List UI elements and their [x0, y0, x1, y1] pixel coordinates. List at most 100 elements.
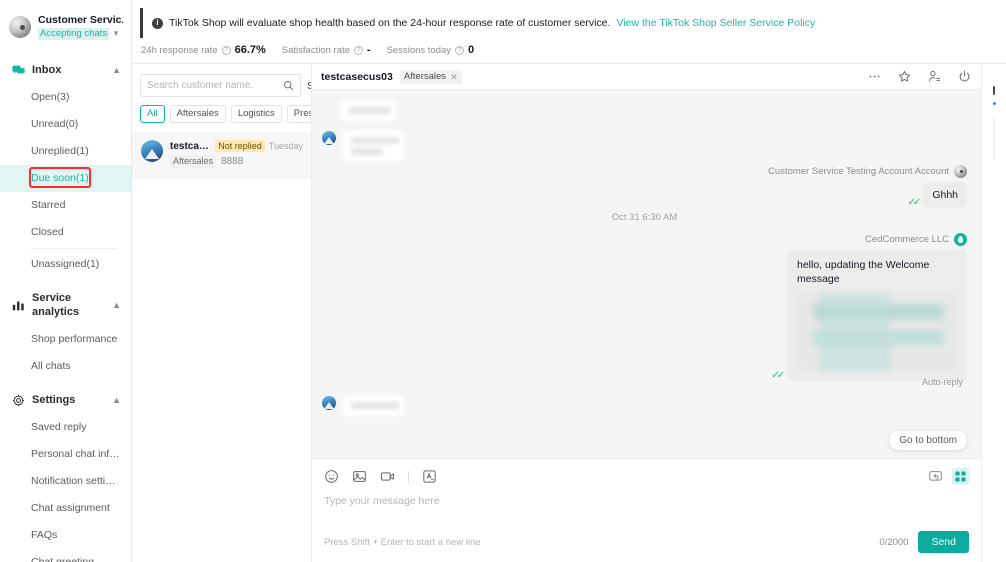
emoji-icon[interactable] [324, 469, 339, 484]
search-icon[interactable] [283, 80, 294, 91]
sidebar-item-starred[interactable]: Starred [0, 192, 131, 219]
redacted-message-bubble [342, 130, 404, 162]
chat-header-actions [868, 70, 971, 83]
power-icon[interactable] [958, 70, 971, 83]
banner-wrapper: i TikTok Shop will evaluate shop health … [132, 0, 1006, 38]
panel-divider [993, 117, 995, 159]
main-area: i TikTok Shop will evaluate shop health … [132, 0, 1006, 562]
nav-header-label: Inbox [32, 63, 105, 77]
composer-hint: Press Shift + Enter to start a new line [324, 537, 869, 548]
message-row [322, 100, 967, 121]
conversation-list-panel: Sort ▼ All Aftersales Logistics Presales… [132, 64, 312, 562]
composer-toolbar [324, 466, 969, 491]
message-list[interactable]: Customer Service Testing Account Account… [312, 90, 981, 458]
message-sender-name: CedCommerce LLC [865, 234, 949, 245]
nav-header-label: Service analytics [32, 291, 105, 319]
star-icon[interactable] [898, 70, 911, 83]
filter-chip-all[interactable]: All [140, 105, 165, 123]
transfer-user-icon[interactable] [928, 70, 941, 83]
chevron-up-icon[interactable]: ▲ [112, 300, 121, 310]
filter-chip-logistics[interactable]: Logistics [231, 105, 282, 123]
avatar [141, 140, 163, 162]
inbox-chat-icon [12, 64, 25, 77]
status-badge: Not replied [215, 140, 265, 152]
go-to-bottom-button[interactable]: Go to bottom [889, 431, 967, 450]
list-item[interactable]: testcasecus... Not replied Tuesday After… [132, 132, 311, 178]
policy-link[interactable]: View the TikTok Shop Seller Service Poli… [616, 16, 815, 30]
sidebar-item-unreplied[interactable]: Unreplied(1) [0, 138, 131, 165]
message-bubble: hello, updating the Welcome message [787, 250, 967, 381]
app-root: Customer Servic... Accepting chats ▼ Inb… [0, 0, 1006, 562]
avatar [322, 131, 336, 145]
translate-icon[interactable] [422, 469, 437, 484]
double-check-icon: ✓✓ [908, 198, 919, 208]
question-mark-icon[interactable]: ? [222, 46, 231, 55]
day-separator: Oct 31 6:30 AM [322, 212, 967, 223]
stats-bar: 24h response rate ? 66.7% Satisfaction r… [132, 38, 1006, 64]
nav-group-inbox: Inbox ▲ Open(3) Unread(0) Unreplied(1) D… [0, 56, 131, 278]
page-title: testcasecus03 [321, 71, 393, 83]
double-check-icon: ✓✓ [771, 371, 782, 381]
nav-header-service-analytics[interactable]: Service analytics ▲ [0, 284, 131, 326]
stat-value: 0 [468, 44, 474, 56]
info-icon: i [152, 18, 163, 29]
nav-header-inbox[interactable]: Inbox ▲ [0, 56, 131, 84]
sidebar-item-chat-assignment[interactable]: Chat assignment [0, 495, 131, 522]
question-mark-icon[interactable]: ? [354, 46, 363, 55]
message-input[interactable]: Type your message here [324, 491, 969, 525]
conversation-tag: Aftersales [170, 155, 216, 168]
sidebar-item-closed[interactable]: Closed [0, 219, 131, 246]
nav-header-label: Settings [32, 393, 105, 407]
right-detail-panel [982, 64, 1006, 562]
status-badge: Accepting chats [38, 28, 109, 40]
sidebar-item-all-chats[interactable]: All chats [0, 353, 131, 380]
filter-chip-presales[interactable]: Presales [287, 105, 311, 123]
sidebar-item-shop-performance[interactable]: Shop performance [0, 326, 131, 353]
sidebar-item-unread[interactable]: Unread(0) [0, 111, 131, 138]
nav-group-service-analytics: Service analytics ▲ Shop performance All… [0, 284, 131, 380]
filter-chips: All Aftersales Logistics Presales [132, 103, 311, 132]
stat-label: Satisfaction rate [282, 45, 350, 56]
sidebar-item-saved-reply[interactable]: Saved reply [0, 414, 131, 441]
filter-chip-aftersales[interactable]: Aftersales [170, 105, 226, 123]
outgoing-message-group: Customer Service Testing Account Account… [322, 165, 967, 208]
chevron-down-icon[interactable]: ▼ [112, 28, 120, 40]
chevron-up-icon[interactable]: ▲ [112, 395, 121, 405]
sidebar-item-personal-chat-information[interactable]: Personal chat infor... [0, 441, 131, 468]
grid-apps-icon[interactable] [952, 468, 969, 485]
quick-reply-icon[interactable] [928, 469, 943, 484]
sidebar-item-faqs[interactable]: FAQs [0, 522, 131, 549]
divider [31, 248, 117, 249]
conversation-customer-name: testcasecus... [170, 141, 211, 152]
sidebar-item-chat-greeting[interactable]: Chat greeting [0, 549, 131, 562]
outgoing-message-group: CedCommerce LLC ✓✓ hello, updating the W… [322, 233, 967, 387]
composer-footer: Press Shift + Enter to start a new line … [324, 525, 969, 562]
message-composer: Type your message here Press Shift + Ent… [312, 458, 981, 562]
nav-header-settings[interactable]: Settings ▲ [0, 386, 131, 414]
search-row: Sort ▼ [132, 64, 311, 103]
send-button[interactable]: Send [918, 531, 969, 553]
video-icon[interactable] [380, 469, 395, 484]
stat-satisfaction-rate: Satisfaction rate ? - [282, 44, 371, 56]
redacted-message-bubble [340, 100, 396, 121]
chat-panel: testcasecus03 Aftersales ✕ [312, 64, 982, 562]
close-icon[interactable]: ✕ [450, 71, 458, 83]
search-input[interactable] [147, 80, 279, 91]
profile-block[interactable]: Customer Servic... Accepting chats ▼ [0, 0, 131, 50]
chat-tag[interactable]: Aftersales ✕ [400, 70, 462, 84]
sidebar-item-unassigned[interactable]: Unassigned(1) [0, 251, 131, 278]
message-sender-line: Customer Service Testing Account Account [322, 165, 967, 178]
chevron-up-icon[interactable]: ▲ [112, 65, 121, 75]
profile-name: Customer Servic... [38, 14, 123, 27]
question-mark-icon[interactable]: ? [455, 46, 464, 55]
search-box[interactable] [140, 74, 301, 97]
chat-tag-label: Aftersales [404, 71, 446, 83]
gear-icon [12, 394, 25, 407]
sidebar-item-open[interactable]: Open(3) [0, 84, 131, 111]
ellipsis-icon[interactable] [868, 70, 881, 83]
message-sender-line: CedCommerce LLC [322, 233, 967, 246]
image-icon[interactable] [352, 469, 367, 484]
sidebar-item-notification-settings[interactable]: Notification settings [0, 468, 131, 495]
banner-text: TikTok Shop will evaluate shop health ba… [169, 16, 610, 30]
sidebar-item-due-soon[interactable]: Due soon(1) [0, 165, 131, 192]
